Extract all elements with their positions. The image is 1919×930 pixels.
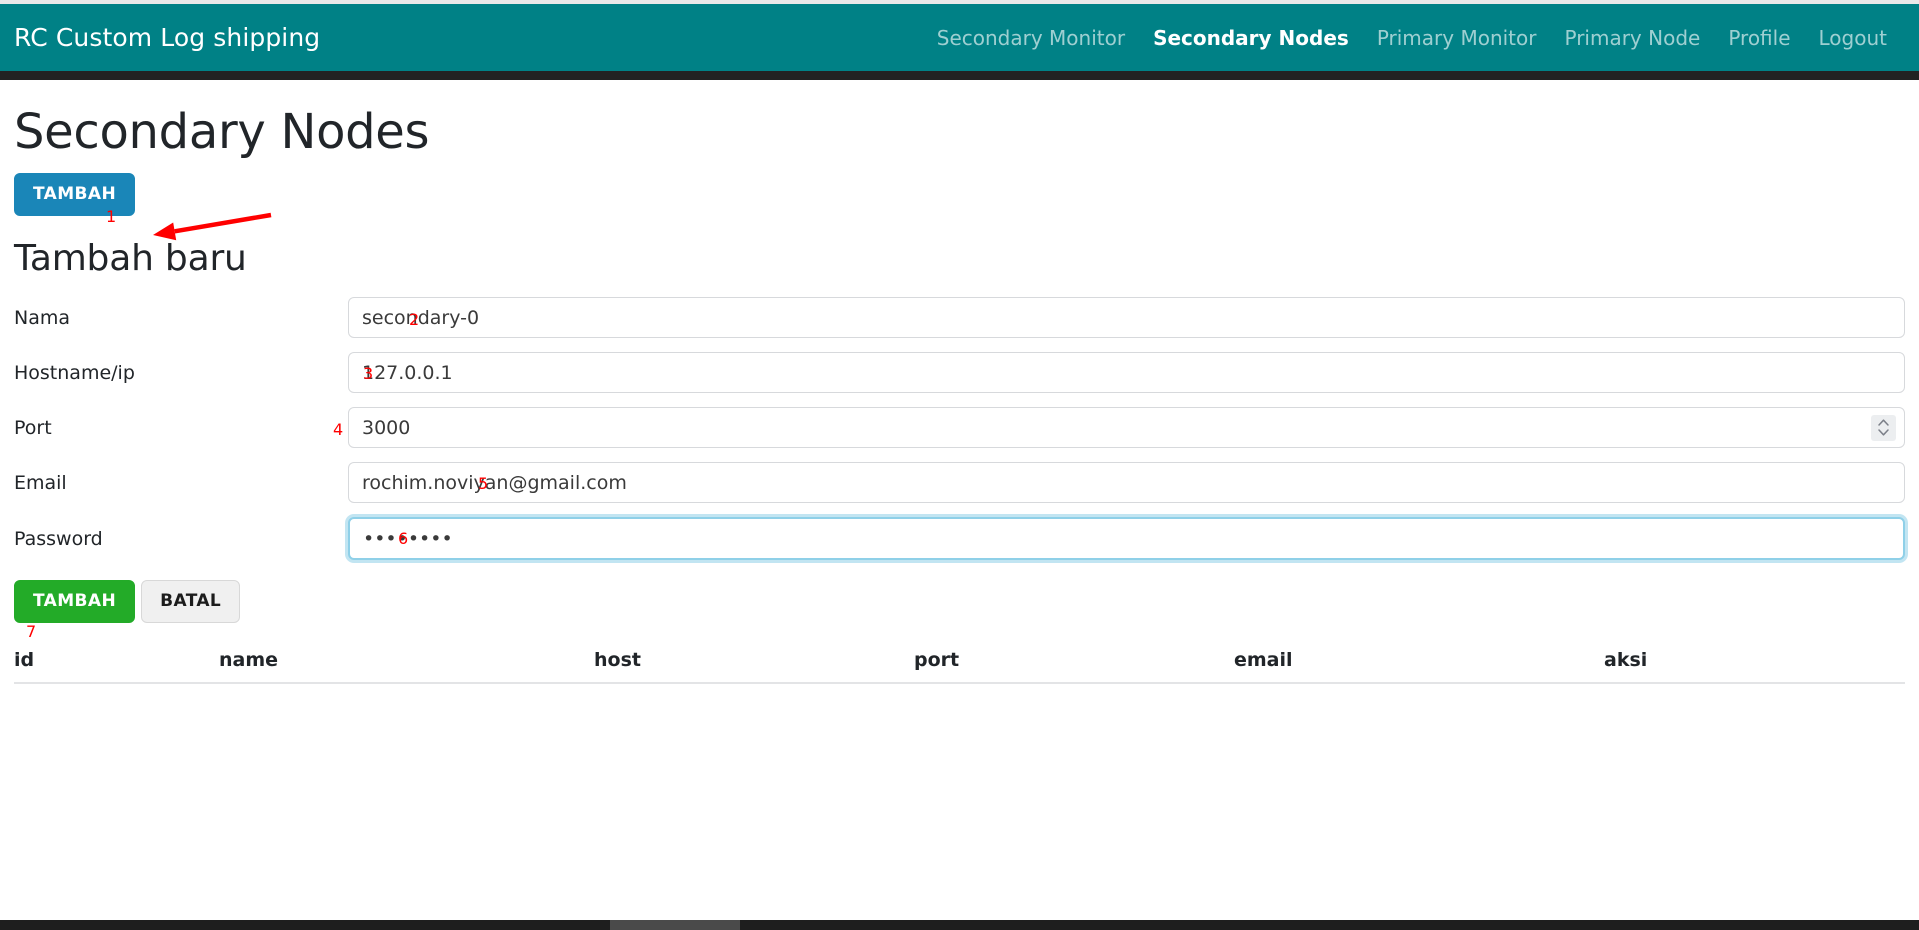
page-title: Secondary Nodes bbox=[14, 104, 430, 160]
nav-link-secondary-nodes[interactable]: Secondary Nodes bbox=[1139, 26, 1363, 50]
column-header-host[interactable]: host bbox=[594, 641, 914, 685]
field-wrap-password bbox=[348, 517, 1905, 561]
nav-links: Secondary Monitor Secondary Nodes Primar… bbox=[923, 26, 1901, 50]
nav-link-primary-monitor[interactable]: Primary Monitor bbox=[1363, 26, 1551, 50]
column-header-name[interactable]: name bbox=[219, 641, 594, 685]
table-header-row: id name host port email aksi bbox=[14, 641, 1905, 685]
field-wrap-hostname bbox=[348, 352, 1905, 394]
add-new-button-top[interactable]: TAMBAH bbox=[14, 172, 136, 216]
chevron-up-icon bbox=[1878, 419, 1889, 426]
add-node-form: Nama Hostname/ip Port bbox=[14, 297, 1905, 624]
app-brand-title[interactable]: RC Custom Log shipping bbox=[14, 23, 320, 52]
field-wrap-port bbox=[348, 407, 1905, 449]
input-nama[interactable] bbox=[348, 297, 1905, 339]
label-nama: Nama bbox=[14, 306, 71, 329]
submit-button[interactable]: TAMBAH bbox=[14, 580, 136, 624]
label-email: Email bbox=[14, 471, 67, 494]
annotation-marker-7: 7 bbox=[26, 622, 37, 641]
top-navbar: RC Custom Log shipping Secondary Monitor… bbox=[0, 4, 1919, 71]
label-password: Password bbox=[14, 527, 103, 550]
column-header-email[interactable]: email bbox=[1234, 641, 1604, 685]
add-button-row: TAMBAH bbox=[14, 172, 1905, 216]
bottom-status-bar-segment bbox=[610, 920, 740, 930]
nodes-table: id name host port email aksi bbox=[14, 641, 1905, 685]
label-hostname: Hostname/ip bbox=[14, 361, 135, 384]
form-actions: TAMBAH BATAL bbox=[14, 580, 1905, 624]
column-header-id[interactable]: id bbox=[14, 641, 219, 685]
form-row-hostname: Hostname/ip bbox=[14, 352, 1905, 394]
input-email[interactable] bbox=[348, 462, 1905, 504]
nav-link-secondary-monitor[interactable]: Secondary Monitor bbox=[923, 26, 1139, 50]
column-header-aksi[interactable]: aksi bbox=[1604, 641, 1905, 685]
field-wrap-email bbox=[348, 462, 1905, 504]
number-stepper-port[interactable] bbox=[1871, 414, 1896, 441]
chevron-down-icon bbox=[1878, 429, 1889, 436]
column-header-port[interactable]: port bbox=[914, 641, 1234, 685]
nav-link-profile[interactable]: Profile bbox=[1714, 26, 1804, 50]
nodes-table-head: id name host port email aksi bbox=[14, 641, 1905, 685]
bottom-status-bar bbox=[0, 920, 1919, 930]
input-password[interactable] bbox=[348, 517, 1905, 561]
label-port: Port bbox=[14, 416, 52, 439]
page-content: Secondary Nodes TAMBAH Tambah baru Nama … bbox=[0, 104, 1919, 685]
form-row-port: Port bbox=[14, 407, 1905, 449]
nodes-table-wrapper: id name host port email aksi bbox=[14, 641, 1905, 685]
nav-link-primary-node[interactable]: Primary Node bbox=[1550, 26, 1714, 50]
field-wrap-nama bbox=[348, 297, 1905, 339]
input-hostname[interactable] bbox=[348, 352, 1905, 394]
navbar-underline bbox=[0, 71, 1919, 80]
cancel-button[interactable]: BATAL bbox=[141, 580, 241, 624]
form-row-email: Email bbox=[14, 462, 1905, 504]
form-row-password: Password bbox=[14, 517, 1905, 561]
form-section-title: Tambah baru bbox=[14, 237, 247, 279]
form-row-nama: Nama bbox=[14, 297, 1905, 339]
input-port[interactable] bbox=[348, 407, 1905, 449]
nav-link-logout[interactable]: Logout bbox=[1805, 26, 1901, 50]
